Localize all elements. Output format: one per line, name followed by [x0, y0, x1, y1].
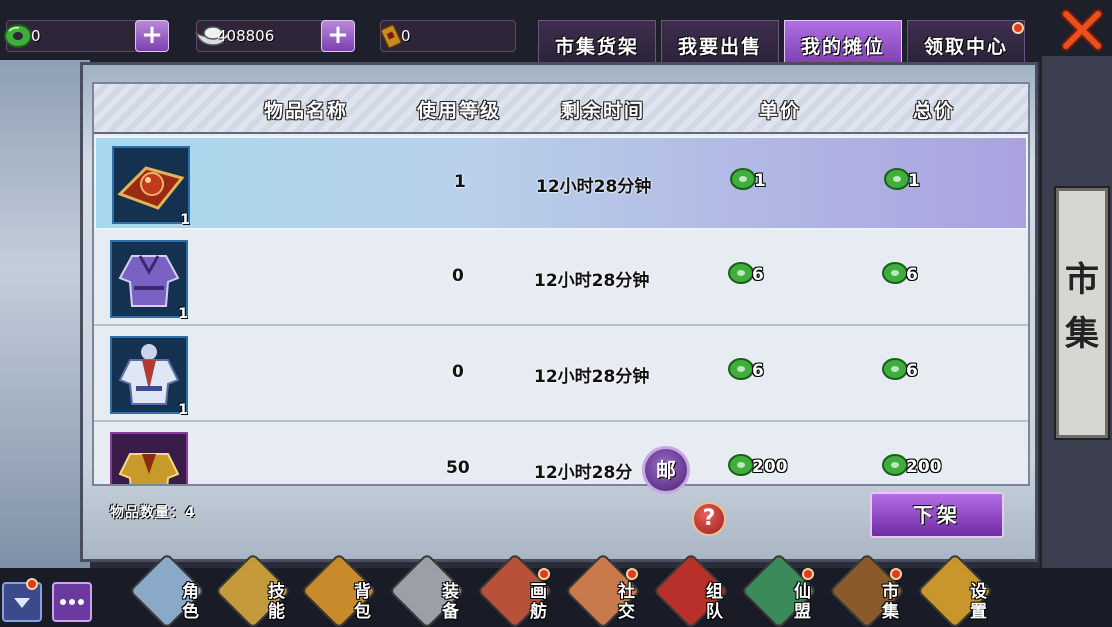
item-time: 12小时28分	[534, 463, 633, 483]
unit-price-value: 6	[752, 361, 764, 381]
tab-my-stall[interactable]: 我的摊位	[784, 20, 902, 68]
unit-price: 200	[726, 452, 788, 482]
silver-amount: 408806	[217, 27, 275, 45]
ticket-currency: 0	[380, 20, 516, 52]
table-row[interactable]: 1 0 12小时28分钟 6 6	[94, 232, 1028, 326]
tab-claim-center[interactable]: 领取中心	[907, 20, 1025, 68]
unit-price-value: 200	[752, 457, 788, 477]
item-time: 12小时28分钟	[534, 367, 650, 387]
ticket-amount: 0	[401, 27, 411, 45]
menu-painted-boat[interactable]: 画舫	[476, 552, 564, 627]
table-row[interactable]: 1 0 12小时28分钟 6 6	[94, 328, 1028, 422]
item-level: 0	[452, 266, 464, 286]
menu-label: 组队	[706, 582, 723, 622]
menu-label: 角色	[182, 582, 199, 622]
table-row[interactable]: 50 12小时28分 200 200	[94, 424, 1028, 484]
close-icon[interactable]	[1058, 6, 1106, 54]
stall-item-list[interactable]: 物品名称 使用等级 剩余时间 单价 总价 1 1 12小时28分钟 1 1 1 …	[92, 82, 1030, 486]
more-options-button[interactable]	[52, 582, 92, 622]
total-price-value: 1	[908, 171, 920, 191]
total-price-value: 6	[906, 361, 918, 381]
silver-currency: 408806 +	[194, 20, 355, 52]
header-unit-price: 单价	[758, 100, 801, 122]
menu-market[interactable]: 市集	[828, 552, 916, 627]
unit-price: 6	[726, 356, 764, 386]
menu-badge	[538, 568, 550, 580]
blue-armor-icon: 1	[110, 336, 188, 418]
carpet-orb-icon: 1	[112, 146, 190, 228]
menu-label: 画舫	[530, 582, 547, 622]
menu-team[interactable]: 组队	[652, 552, 740, 627]
item-quantity: 1	[178, 402, 188, 418]
item-quantity: 1	[178, 306, 188, 322]
menu-settings[interactable]: 设置	[916, 552, 1004, 627]
mail-button[interactable]: 邮	[642, 446, 690, 494]
jade-currency: 0 +	[4, 20, 169, 52]
menu-label: 背包	[354, 582, 371, 622]
left-scenery	[0, 60, 90, 580]
menu-badge	[802, 568, 814, 580]
item-level: 50	[446, 458, 470, 478]
unit-price-value: 6	[752, 265, 764, 285]
tab-market-shelf[interactable]: 市集货架	[538, 20, 656, 68]
menu-label: 仙盟	[794, 582, 811, 622]
menu-badge	[890, 568, 902, 580]
claim-center-badge	[1012, 22, 1024, 34]
tab-sell[interactable]: 我要出售	[661, 20, 779, 68]
unit-price: 6	[726, 260, 764, 290]
menu-character[interactable]: 角色	[128, 552, 216, 627]
menu-badge	[626, 568, 638, 580]
item-level: 1	[454, 172, 466, 192]
unlist-button[interactable]: 下架	[870, 492, 1004, 538]
item-quantity: 1	[180, 212, 190, 228]
list-header: 物品名称 使用等级 剩余时间 单价 总价	[94, 84, 1028, 134]
table-row[interactable]: 1 1 12小时28分钟 1 1	[94, 136, 1028, 230]
header-total-price: 总价	[912, 100, 955, 122]
total-price: 6	[880, 356, 918, 386]
jade-amount: 0	[31, 27, 41, 45]
total-price-value: 6	[906, 265, 918, 285]
unit-price: 1	[728, 166, 766, 196]
total-price: 6	[880, 260, 918, 290]
add-jade-button[interactable]: +	[135, 20, 169, 52]
item-time: 12小时28分钟	[536, 177, 652, 197]
menu-label: 设置	[970, 582, 987, 622]
total-price: 1	[882, 166, 920, 196]
item-level: 0	[452, 362, 464, 382]
header-level: 使用等级	[416, 100, 501, 122]
header-item-name: 物品名称	[263, 100, 348, 122]
help-button[interactable]: ?	[692, 502, 726, 536]
menu-skill[interactable]: 技能	[214, 552, 302, 627]
purple-robe-icon: 1	[110, 240, 188, 322]
menu-bag[interactable]: 背包	[300, 552, 388, 627]
market-title-scroll: 市集	[1054, 186, 1110, 440]
item-count: 物品数量：4	[110, 505, 196, 521]
header-remaining-time: 剩余时间	[560, 100, 645, 122]
jade-icon	[1, 19, 35, 53]
menu-label: 社交	[618, 582, 635, 622]
unit-price-value: 1	[754, 171, 766, 191]
item-time: 12小时28分钟	[534, 271, 650, 291]
total-price-value: 200	[906, 457, 942, 477]
menu-label: 装备	[442, 582, 459, 622]
menu-guild[interactable]: 仙盟	[740, 552, 828, 627]
menu-label: 市集	[882, 582, 899, 622]
menu-badge	[26, 578, 38, 590]
add-silver-button[interactable]: +	[321, 20, 355, 52]
gold-armor-icon	[110, 432, 188, 484]
total-price: 200	[880, 452, 942, 482]
menu-social[interactable]: 社交	[564, 552, 652, 627]
menu-label: 技能	[268, 582, 285, 622]
menu-equipment[interactable]: 装备	[388, 552, 476, 627]
